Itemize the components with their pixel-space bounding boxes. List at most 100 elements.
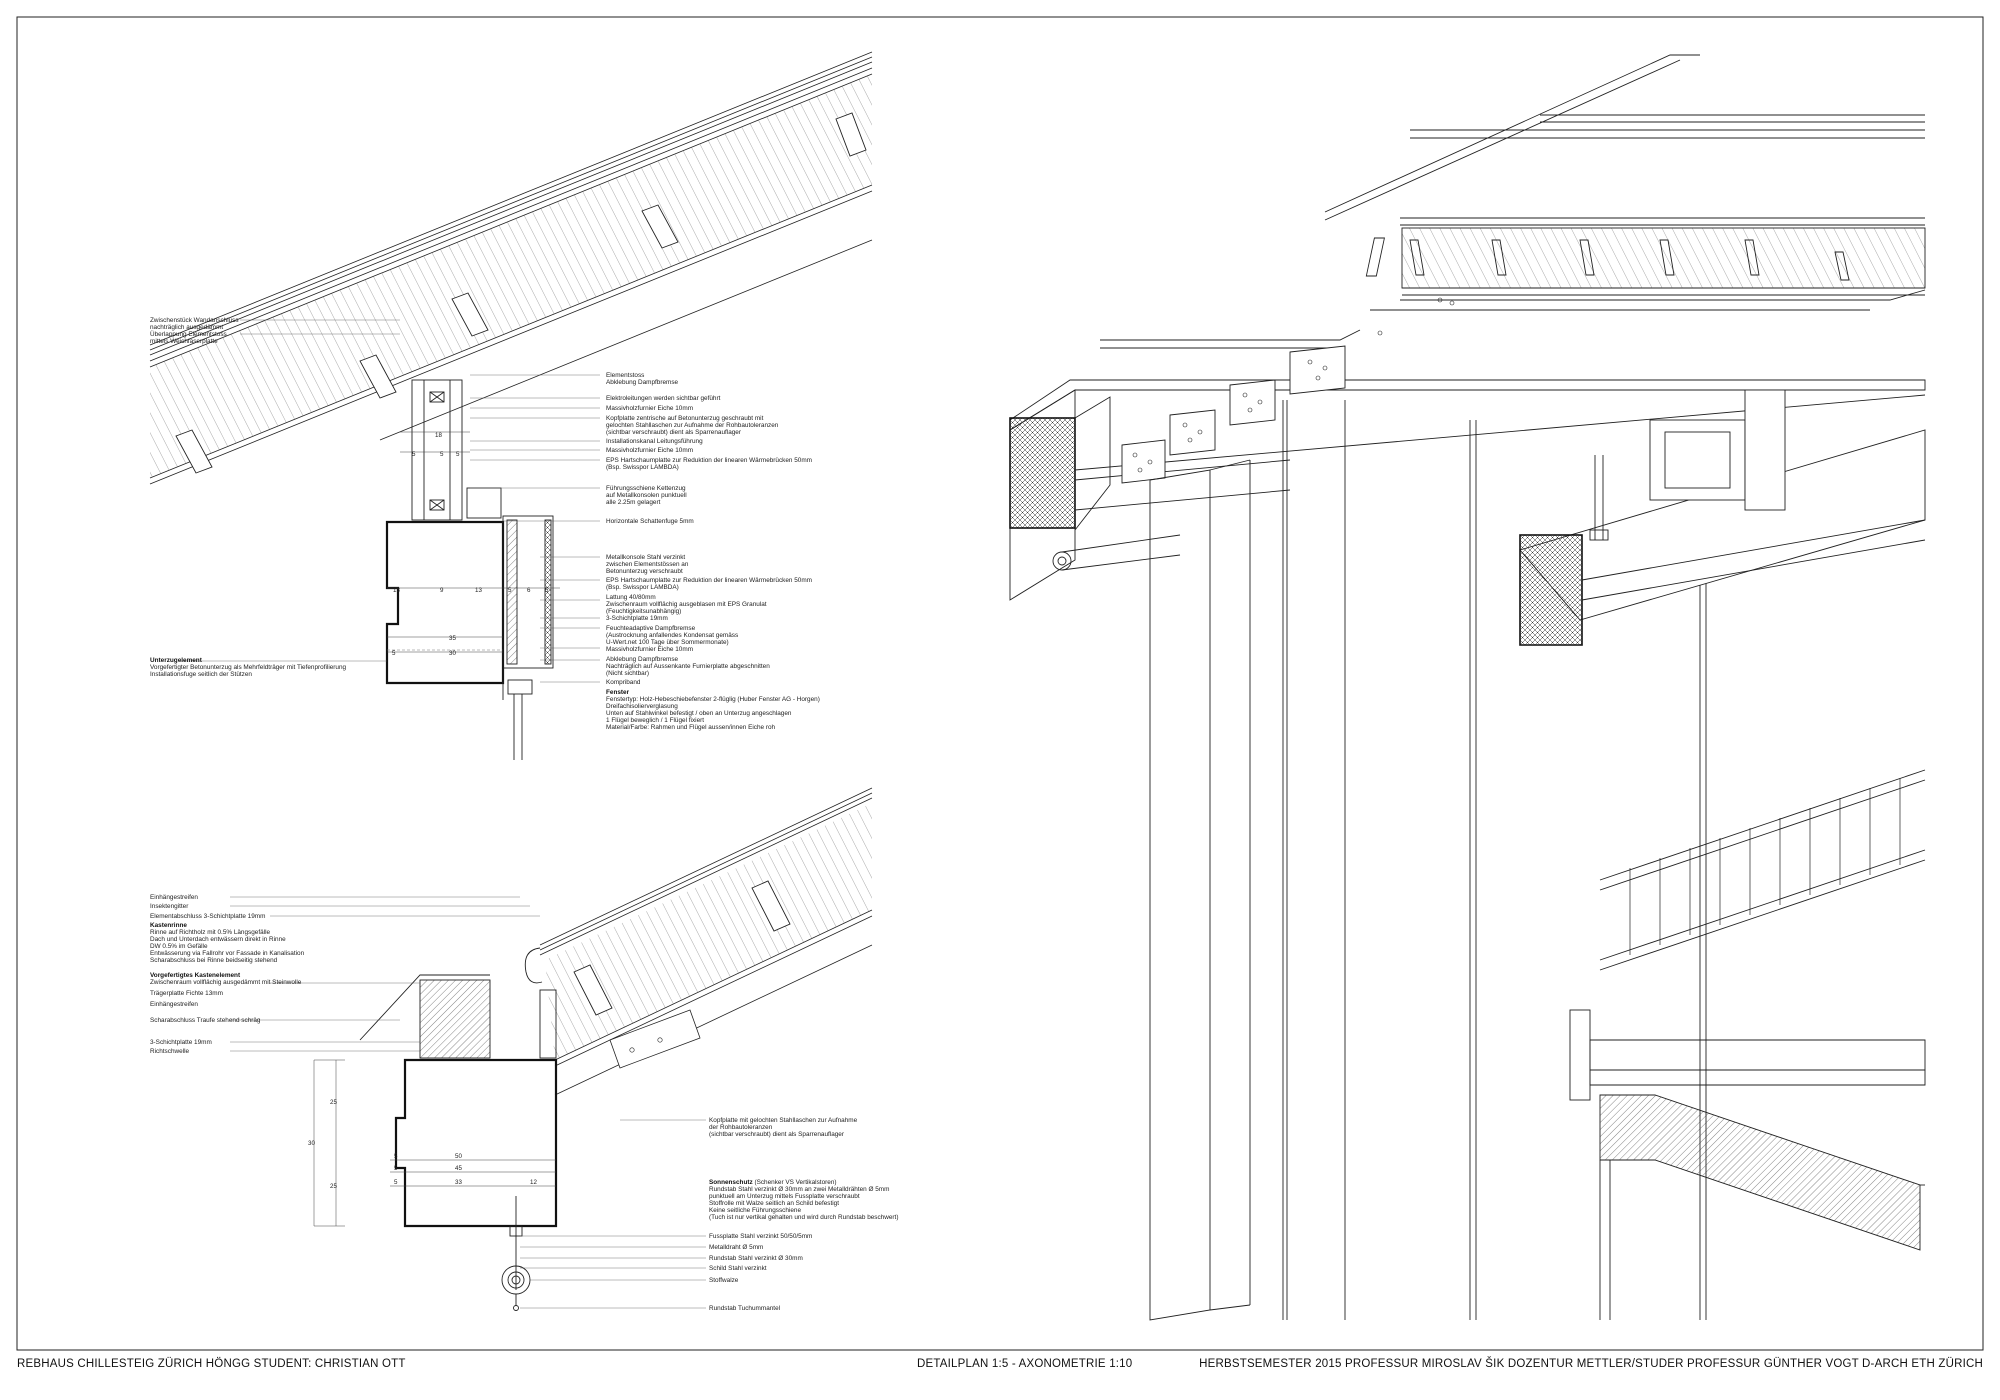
label: (Bsp. Swisspor LAMBDA) <box>606 584 679 591</box>
dim-label: 18 <box>435 432 442 439</box>
label: Fussplatte Stahl verzinkt 50/50/5mm <box>709 1233 812 1240</box>
dim-label: 25 <box>330 1099 337 1106</box>
label: Material/Farbe: Rahmen und Flügel aussen… <box>606 724 776 731</box>
dim-label: 5 <box>508 587 512 594</box>
label: Vorgefertigter Betonunterzug als Mehrfel… <box>150 664 347 671</box>
label: der Rohbautoleranzen <box>709 1124 773 1131</box>
label: Rundstab Stahl verzinkt Ø 30mm <box>709 1255 803 1262</box>
label: mittels Weichfaserplatte <box>150 338 218 345</box>
technical-drawing: 18 5 5 5 13 9 13 5 6 5 35 5 30 Zwischens… <box>16 16 1984 1351</box>
label: Kopfplatte zentrische auf Betonunterzug … <box>606 415 764 422</box>
label: Zwischenraum vollflächig ausgedämmt mit … <box>150 979 302 986</box>
label: Massivholzfurnier Eiche 10mm <box>606 447 693 454</box>
dim-label: 5 <box>545 587 549 594</box>
concrete-beam-bottom <box>394 1058 558 1228</box>
label: Insektengitter <box>150 903 189 910</box>
label: (Austrocknung anfallendes Kondensat gemä… <box>606 632 738 639</box>
label: Rinne auf Richtholz mit 0.5% Längsgefäll… <box>150 929 271 936</box>
label: 1 Flügel beweglich / 1 Flügel fixiert <box>606 717 704 724</box>
label: alle 2.25m gelagert <box>606 499 661 506</box>
label: (Nicht sichtbar) <box>606 670 649 677</box>
dim-label: 5 <box>394 1153 398 1160</box>
dim-label: 5 <box>394 1165 398 1172</box>
label: 3-Schichtplatte 19mm <box>150 1039 212 1046</box>
label: Horizontale Schattenfuge 5mm <box>606 518 694 525</box>
label: Abklebung Dampfbremse <box>606 379 679 386</box>
label: Kopfplatte mit gelochten Stahllaschen zu… <box>709 1117 858 1124</box>
concrete-beam-top <box>385 520 505 685</box>
label: EPS Hartschaumplatte zur Reduktion der l… <box>606 577 812 584</box>
label: Metallkonsole Stahl verzinkt <box>606 554 685 561</box>
title-block: REBHAUS CHILLESTEIG ZÜRICH HÖNGG STUDENT… <box>17 1358 1983 1378</box>
label: Zwischenstück Wandanschluss <box>150 317 239 324</box>
label: Fenstertyp: Holz-Hebeschiebefenster 2-fl… <box>606 696 820 703</box>
label: Elektroleitungen werden sichtbar geführt <box>606 395 721 402</box>
label: (Bsp. Swisspor LAMBDA) <box>606 464 679 471</box>
dim-label: 5 <box>440 451 444 458</box>
label: (Tuch ist nur vertikal gehalten und wird… <box>709 1214 898 1221</box>
label: Stoffwalze <box>709 1277 739 1284</box>
label: Scharabschluss bei Rinne beidseitig steh… <box>150 957 278 964</box>
label: Richtschwelle <box>150 1048 190 1055</box>
drawing-title: DETAILPLAN 1:5 - AXONOMETRIE 1:10 <box>917 1358 1133 1370</box>
label: Schild Stahl verzinkt <box>709 1265 767 1272</box>
label: Entwässerung via Fallrohr vor Fassade in… <box>150 950 305 957</box>
floor-slab <box>1599 1094 1921 1251</box>
drawing-sheet: 18 5 5 5 13 9 13 5 6 5 35 5 30 Zwischens… <box>0 0 2000 1400</box>
label: Elementstoss <box>606 372 644 379</box>
axonometry <box>1009 54 1926 1321</box>
dim-label: 30 <box>449 650 456 657</box>
label: Überlappung Elementstoss <box>150 330 227 338</box>
label: Feuchteadaptive Dampfbremse <box>606 625 696 632</box>
project-title: REBHAUS CHILLESTEIG ZÜRICH HÖNGG STUDENT… <box>17 1358 406 1370</box>
label: Unten auf Stahlwinkel befestigt / oben a… <box>606 710 792 717</box>
label: Trägerplatte Fichte 13mm <box>150 990 223 997</box>
dim-label: 5 <box>392 650 396 657</box>
label: Betonunterzug verschraubt <box>606 568 683 575</box>
label: Kompriband <box>606 679 641 686</box>
dim-label: 5 <box>412 451 416 458</box>
dim-label: 30 <box>308 1140 315 1147</box>
label: Einhängestreifen <box>150 1001 198 1008</box>
label: nachträglich ausgedämmt <box>150 324 223 331</box>
dim-label: 5 <box>456 451 460 458</box>
label-title: Unterzugelement <box>150 657 203 664</box>
label: Stoffrolle mit Walze seitlich an Schild … <box>709 1200 839 1207</box>
label: Einhängestreifen <box>150 894 198 901</box>
dim-label: 35 <box>449 635 456 642</box>
label: Nachträglich auf Aussenkante Furnierplat… <box>606 663 770 670</box>
label: U-Wert.net 100 Tage über Sommermonate) <box>606 639 729 646</box>
course-info: HERBSTSEMESTER 2015 PROFESSUR MIROSLAV Š… <box>1199 1358 1983 1370</box>
dim-label: 13 <box>393 587 400 594</box>
label: Dach und Unterdach entwässern direkt in … <box>150 936 286 943</box>
label-title: Vorgefertigtes Kastenelement <box>150 972 241 979</box>
dim-label: 33 <box>455 1179 462 1186</box>
dim-label: 6 <box>527 587 531 594</box>
dim-label: 25 <box>330 1183 337 1190</box>
label: DW 0.5% im Gefälle <box>150 943 208 950</box>
label-title: Fenster <box>606 689 630 696</box>
label: Führungsschiene Kettenzug <box>606 485 686 492</box>
dim-label: 12 <box>530 1179 537 1186</box>
detail-bottom-section: 25 30 25 5 5 5 50 45 33 12 Einhängestrei… <box>150 787 898 1312</box>
beam-section-right <box>1519 534 1583 646</box>
label: Installationsfuge seitlich der Stützen <box>150 671 252 678</box>
label-title: Sonnenschutz (Schenker VS Vertikalstoren… <box>709 1179 837 1186</box>
label: Massivholzfurnier Eiche 10mm <box>606 405 693 412</box>
label: 3-Schichtplatte 19mm <box>606 615 668 622</box>
dim-label: 13 <box>475 587 482 594</box>
label: Zwischenraum vollflächig ausgeblasen mit… <box>606 601 767 608</box>
dim-label: 9 <box>440 587 444 594</box>
dim-label: 50 <box>455 1153 462 1160</box>
label: Rundstab Tuchummantel <box>709 1305 780 1312</box>
label: Installationskanal Leitungsführung <box>606 438 703 445</box>
label-title: Kastenrinne <box>150 922 187 929</box>
label: Scharabschluss Traufe stehend schräg <box>150 1017 261 1024</box>
label: Dreifachisolierverglasung <box>606 703 678 710</box>
label: Massivholzfurnier Eiche 10mm <box>606 646 693 653</box>
label: Abklebung Dampfbremse <box>606 656 679 663</box>
label: Lattung 40/80mm <box>606 594 656 601</box>
label: Rundstab Stahl verzinkt Ø 30mm an zwei M… <box>709 1186 889 1193</box>
label: Keine seitliche Führungsschiene <box>709 1207 801 1214</box>
label: EPS Hartschaumplatte zur Reduktion der l… <box>606 457 812 464</box>
